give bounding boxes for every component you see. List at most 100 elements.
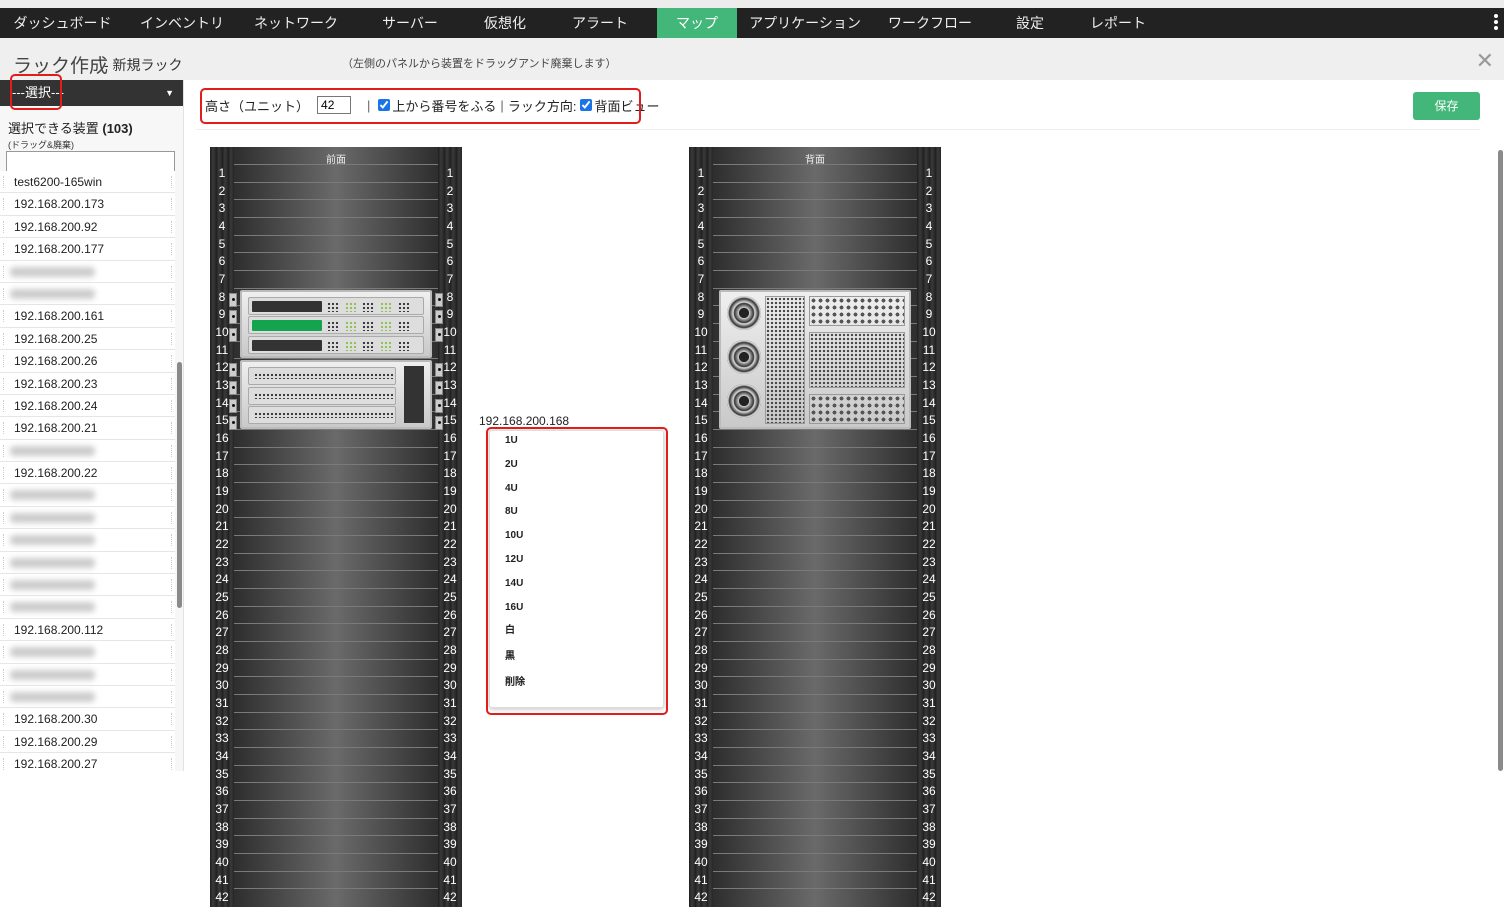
device-list-item[interactable]: 192.168.200.24 — [0, 394, 175, 418]
unit-number-right: 30 — [443, 678, 457, 693]
unit-number-left: 6 — [218, 254, 226, 269]
rack-device-storage[interactable] — [240, 360, 432, 430]
device-list-item[interactable] — [0, 663, 175, 686]
context-menu-item[interactable]: 8U — [490, 502, 663, 526]
device-list-item[interactable] — [0, 596, 175, 619]
rack-unit-line — [713, 853, 917, 855]
unit-number-left: 7 — [697, 272, 705, 287]
rear-view-checkbox[interactable] — [580, 99, 593, 111]
nav-item[interactable]: アラート — [543, 8, 657, 38]
nav-item[interactable]: マップ — [657, 8, 737, 38]
height-input[interactable] — [317, 96, 352, 114]
device-list: test6200-165win 192.168.200.173 192.168.20… — [0, 171, 175, 771]
rack-unit-line — [234, 694, 438, 696]
device-list-item[interactable]: 192.168.200.23 — [0, 372, 175, 395]
device-list-item[interactable]: 192.168.200.21 — [0, 417, 175, 440]
number-from-top-checkbox[interactable] — [378, 99, 391, 111]
device-list-item[interactable]: 192.168.200.29 — [0, 730, 175, 754]
device-list-item[interactable]: 192.168.200.30 — [0, 708, 175, 731]
unit-number-left: 20 — [694, 501, 708, 516]
unit-number-left: 23 — [215, 554, 229, 569]
nav-item[interactable]: 設定 — [987, 8, 1073, 38]
rack-unit-line — [713, 552, 917, 554]
unit-number-right: 11 — [922, 342, 936, 357]
nav-item[interactable]: ネットワーク — [239, 8, 353, 38]
device-list-item[interactable] — [0, 685, 175, 709]
redacted-device-name — [10, 647, 95, 658]
redacted-device-name — [10, 535, 95, 546]
nav-item[interactable]: ダッシュボード — [0, 8, 125, 38]
rack-device-server-rear[interactable] — [719, 289, 911, 430]
context-menu-item[interactable]: 2U — [490, 455, 663, 479]
unit-number-left: 42 — [694, 890, 708, 905]
close-icon[interactable]: ✕ — [1476, 48, 1494, 74]
unit-number-right: 8 — [925, 289, 933, 304]
context-menu-item[interactable]: 1U — [490, 431, 663, 455]
rack-unit-line — [713, 217, 917, 218]
device-list-item[interactable]: test6200-165win — [0, 171, 175, 194]
context-menu-item[interactable]: 14U — [490, 574, 663, 598]
unit-number-left: 25 — [215, 590, 229, 605]
device-list-item[interactable] — [0, 529, 175, 552]
unit-number-left: 37 — [694, 802, 708, 817]
rack-unit-line — [234, 517, 438, 519]
device-list-item[interactable]: 192.168.200.161 — [0, 305, 175, 328]
more-menu-icon[interactable] — [1494, 14, 1498, 32]
save-button[interactable]: 保存 — [1413, 92, 1480, 120]
unit-number-right: 6 — [446, 254, 454, 269]
context-menu-item[interactable]: 黒 — [490, 647, 663, 673]
nav-item[interactable]: ワークフロー — [873, 8, 987, 38]
unit-number-right: 2 — [925, 183, 933, 198]
device-list-scrollbar[interactable] — [177, 362, 182, 608]
nav-item[interactable]: レポート — [1073, 8, 1163, 38]
mount-ear — [435, 292, 443, 307]
redacted-device-name — [10, 512, 95, 523]
device-list-item[interactable]: 192.168.200.22 — [0, 462, 175, 485]
unit-number-left: 38 — [215, 819, 229, 834]
context-menu-item[interactable]: 4U — [490, 479, 663, 503]
nav-item[interactable]: サーバー — [353, 8, 467, 38]
device-list-item[interactable] — [0, 551, 175, 575]
context-menu-item[interactable]: 白 — [490, 621, 663, 647]
nav-item[interactable]: 仮想化 — [467, 8, 543, 38]
context-menu-item[interactable]: 16U — [490, 598, 663, 622]
rack-unit-line — [234, 252, 438, 254]
group-select[interactable]: ---選択--- ▼ — [0, 80, 183, 106]
unit-number-right: 2 — [446, 183, 454, 198]
device-list-item[interactable] — [0, 439, 175, 463]
unit-number-left: 36 — [215, 784, 229, 799]
context-menu-item[interactable]: 10U — [490, 526, 663, 550]
status-display — [252, 339, 322, 351]
rack-device-switch[interactable] — [240, 289, 432, 359]
device-list-item[interactable] — [0, 282, 175, 306]
rack-unit-line — [713, 676, 917, 678]
context-menu-item[interactable]: 12U — [490, 550, 663, 574]
unit-number-right: 41 — [922, 872, 936, 887]
device-list-item[interactable] — [0, 506, 175, 530]
context-menu-item[interactable]: 削除 — [490, 673, 663, 699]
unit-number-left: 7 — [218, 272, 226, 287]
unit-number-left: 32 — [694, 713, 708, 728]
unit-number-right: 16 — [443, 431, 457, 446]
device-list-item[interactable] — [0, 260, 175, 283]
device-list-item[interactable]: 192.168.200.173 — [0, 193, 175, 216]
switch-port-row — [248, 296, 424, 315]
unit-number-right: 34 — [922, 749, 936, 764]
device-list-item[interactable]: 192.168.200.92 — [0, 215, 175, 239]
device-list-item[interactable] — [0, 574, 175, 597]
device-list-item[interactable]: 192.168.200.25 — [0, 327, 175, 351]
device-list-item[interactable]: 192.168.200.27 — [0, 753, 175, 771]
device-list-item[interactable] — [0, 641, 175, 664]
mount-ear — [229, 416, 237, 431]
device-list-item[interactable]: 192.168.200.26 — [0, 350, 175, 373]
rack-unit-line — [234, 641, 438, 643]
device-list-item[interactable]: 192.168.200.177 — [0, 238, 175, 261]
unit-number-right: 23 — [443, 554, 457, 569]
nav-item[interactable]: アプリケーション — [737, 8, 873, 38]
device-list-item[interactable]: 192.168.200.112 — [0, 618, 175, 642]
device-list-item[interactable] — [0, 484, 175, 507]
nav-item[interactable]: インベントリ — [125, 8, 239, 38]
direction-label: ラック方向: — [507, 98, 577, 114]
page-scrollbar[interactable] — [1498, 150, 1503, 771]
rack-unit-line — [234, 464, 438, 466]
